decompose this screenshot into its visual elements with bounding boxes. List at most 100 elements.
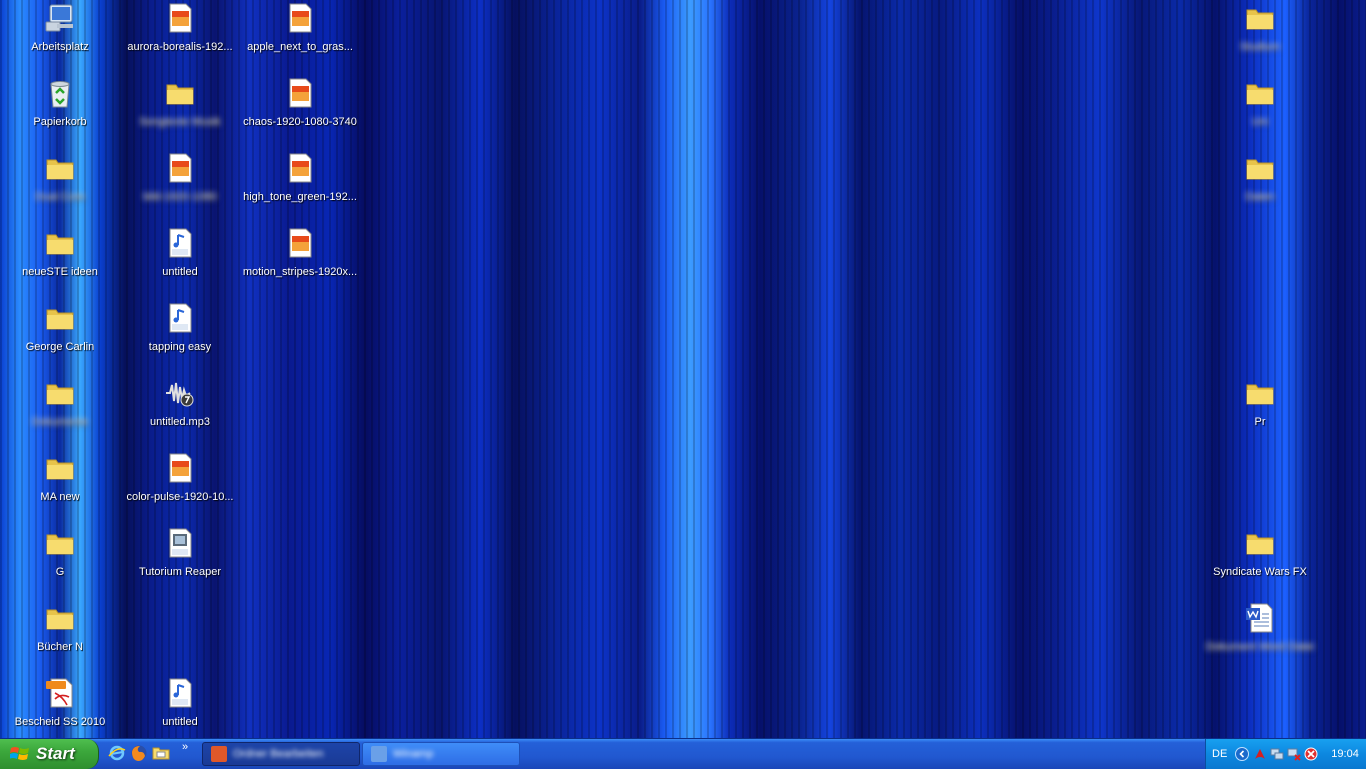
language-indicator[interactable]: DE	[1212, 748, 1227, 760]
icon-label: untitled	[162, 266, 198, 278]
taskbar: Start » Ordner Bearbeiten Winamp DE 19:0…	[0, 738, 1366, 769]
desktop: Arbeitsplatz Papierkorb Dual Core neueST…	[0, 0, 1366, 738]
image-file-icon	[169, 153, 192, 183]
taskbar-button-1[interactable]: Ordner Bearbeiten	[202, 742, 360, 766]
task-label: Ordner Bearbeiten	[233, 748, 324, 760]
desktop-icon-color-pulse[interactable]: color-pulse-1920-10...	[120, 450, 240, 522]
icon-label: Dokumente	[31, 416, 89, 428]
icon-label: high_tone_green-192...	[243, 191, 357, 203]
quicklaunch-more-button[interactable]: »	[182, 741, 188, 753]
icon-label: Pr	[1254, 416, 1266, 428]
mp3-file-icon	[169, 303, 192, 333]
firefox-icon[interactable]	[130, 744, 148, 762]
folder-icon	[1246, 9, 1274, 30]
folder-icon	[46, 234, 74, 255]
image-file-icon	[289, 3, 312, 33]
folder-icon	[46, 459, 74, 480]
taskbar-button-2[interactable]: Winamp	[362, 742, 520, 766]
system-tray: DE 19:04	[1205, 739, 1366, 769]
explorer-folder-icon[interactable]	[152, 744, 170, 762]
app-icon	[211, 746, 227, 762]
network-icon[interactable]	[1270, 747, 1284, 761]
desktop-icon-g[interactable]: G	[0, 525, 120, 597]
desktop-icon-aurora[interactable]: aurora-borealis-192...	[120, 0, 240, 72]
start-button[interactable]: Start	[0, 739, 99, 769]
folder-icon	[1246, 534, 1274, 555]
folder-icon	[46, 384, 74, 405]
icon-label: Dokument Word Datei	[1205, 641, 1314, 653]
icon-label: G	[55, 566, 65, 578]
recycle-bin-icon	[50, 81, 70, 108]
desktop-icon-untitled-mp3-1[interactable]: untitled	[120, 225, 240, 297]
icon-label: untitled.mp3	[150, 416, 210, 428]
desktop-icon-folder-right-blurred-2[interactable]: Uni	[1200, 75, 1320, 147]
icon-label: Papierkorb	[33, 116, 87, 128]
icon-label: untitled	[162, 716, 198, 728]
my-computer-icon	[45, 4, 73, 32]
folder-icon	[46, 159, 74, 180]
desktop-icon-folder-blurred-2[interactable]: Dokumente	[0, 375, 120, 447]
icon-label: chaos-1920-1080-3740	[243, 116, 357, 128]
icon-label: MA new	[40, 491, 80, 503]
quick-launch	[108, 744, 170, 762]
desktop-icon-syndicate-wars[interactable]: Syndicate Wars FX	[1200, 525, 1320, 597]
desktop-icon-high-tone[interactable]: high_tone_green-192...	[240, 150, 360, 222]
desktop-icon-untitled-wav[interactable]: untitled	[120, 675, 240, 738]
task-label: Winamp	[393, 748, 434, 760]
desktop-icon-pr[interactable]: Pr	[1200, 375, 1320, 447]
desktop-icon-neuestE-ideen[interactable]: neueSTE ideen	[0, 225, 120, 297]
wav-file-icon	[169, 678, 192, 708]
app-icon	[371, 746, 387, 762]
mp3-file-icon	[169, 228, 192, 258]
acrobat-icon[interactable]	[1253, 747, 1267, 761]
desktop-icon-george-carlin[interactable]: George Carlin	[0, 300, 120, 372]
folder-icon	[46, 309, 74, 330]
network-disconnected-icon[interactable]	[1287, 747, 1301, 761]
desktop-icon-ma-new[interactable]: MA new	[0, 450, 120, 522]
start-label: Start	[36, 744, 75, 763]
chevron-left-icon[interactable]	[1235, 747, 1250, 761]
icon-label: neueSTE ideen	[22, 266, 98, 278]
desktop-icon-papierkorb[interactable]: Papierkorb	[0, 75, 120, 147]
internet-explorer-icon[interactable]	[108, 744, 126, 762]
desktop-icon-tapping-easy[interactable]: tapping easy	[120, 300, 240, 372]
clock[interactable]: 19:04	[1331, 748, 1359, 760]
desktop-icon-motion-stripes[interactable]: motion_stripes-1920x...	[240, 225, 360, 297]
audio-waveform-icon	[166, 382, 194, 407]
icon-label: Daten	[1245, 191, 1275, 203]
folder-icon	[1246, 159, 1274, 180]
desktop-icon-apple-next[interactable]: apple_next_to_gras...	[240, 0, 360, 72]
folder-icon	[46, 534, 74, 555]
icon-label: tapping easy	[148, 341, 212, 353]
icon-label: Arbeitsplatz	[31, 41, 89, 53]
desktop-icon-tutorium-reaper[interactable]: Tutorium Reaper	[120, 525, 240, 597]
desktop-icon-folder-right-blurred-1[interactable]: Studium	[1200, 0, 1320, 72]
folder-icon	[46, 609, 74, 630]
icon-label: color-pulse-1920-10...	[126, 491, 234, 503]
icon-label: aurora-borealis-192...	[127, 41, 233, 53]
icon-label: Syndicate Wars FX	[1213, 566, 1307, 578]
icon-label: Songtexte Musik	[139, 116, 221, 128]
desktop-icon-folder-blurred-3[interactable]: Songtexte Musik	[120, 75, 240, 147]
desktop-icon-word-doc-blurred[interactable]: Dokument Word Datei	[1200, 600, 1320, 672]
image-file-icon	[169, 3, 192, 33]
pdf-file-icon	[46, 678, 73, 708]
icon-label: Tutorium Reaper	[138, 566, 222, 578]
desktop-icon-folder-blurred-1[interactable]: Dual Core	[0, 150, 120, 222]
wmv-file-icon	[169, 528, 192, 558]
desktop-icon-buecher-n[interactable]: Bücher N	[0, 600, 120, 672]
icon-label: Studium	[1239, 41, 1281, 53]
folder-icon	[1246, 384, 1274, 405]
desktop-icon-arbeitsplatz[interactable]: Arbeitsplatz	[0, 0, 120, 72]
desktop-icon-untitled-mp3[interactable]: untitled.mp3	[120, 375, 240, 447]
folder-icon	[166, 84, 194, 105]
image-file-icon	[289, 153, 312, 183]
desktop-icon-folder-right-blurred-3[interactable]: Daten	[1200, 150, 1320, 222]
desktop-icon-chaos[interactable]: chaos-1920-1080-3740	[240, 75, 360, 147]
desktop-icon-image-blurred-1[interactable]: bild-1920-1080	[120, 150, 240, 222]
image-file-icon	[169, 453, 192, 483]
icon-label: apple_next_to_gras...	[247, 41, 353, 53]
desktop-icon-bescheid[interactable]: Bescheid SS 2010	[0, 675, 120, 738]
security-alert-icon[interactable]	[1304, 747, 1318, 761]
icon-label: George Carlin	[25, 341, 95, 353]
